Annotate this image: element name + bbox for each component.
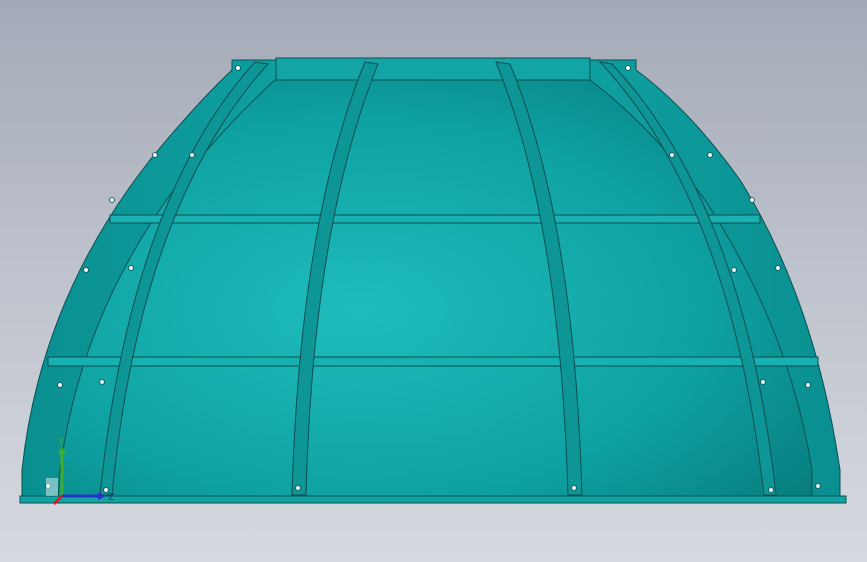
z-axis-arrow	[98, 492, 106, 500]
graphics-viewport[interactable]: Y Z	[0, 0, 867, 562]
x-axis-line	[52, 494, 64, 506]
triad-plane	[46, 478, 58, 496]
base-plate	[19, 495, 847, 504]
coordinate-triad[interactable]: Y Z	[40, 438, 120, 510]
y-axis-label: Y	[57, 438, 65, 448]
lower-ring	[47, 356, 819, 367]
z-axis-label: Z	[108, 492, 115, 503]
top-collar	[275, 57, 591, 81]
upper-ring	[109, 214, 761, 224]
dome-model[interactable]	[0, 0, 867, 562]
